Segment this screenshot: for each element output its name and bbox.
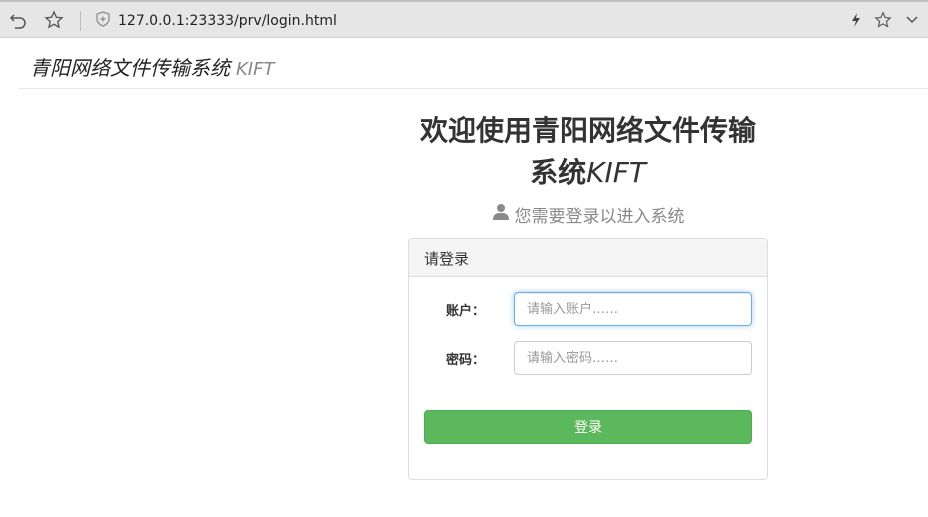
address-bar[interactable]: 127.0.0.1:23333/prv/login.html bbox=[96, 11, 337, 31]
password-row: 密码： bbox=[409, 341, 767, 375]
password-label: 密码： bbox=[445, 353, 485, 368]
url-text[interactable]: 127.0.0.1:23333/prv/login.html bbox=[118, 13, 337, 29]
browser-toolbar: 127.0.0.1:23333/prv/login.html bbox=[0, 0, 928, 38]
login-hint-text: 您需要登录以进入系统 bbox=[514, 207, 685, 227]
title-line-1: 欢迎使用青阳网络文件传输 bbox=[419, 114, 756, 147]
account-label: 账户： bbox=[445, 304, 485, 319]
shield-icon bbox=[96, 11, 110, 31]
account-input[interactable] bbox=[514, 292, 752, 326]
login-hint: 您需要登录以进入系统 bbox=[408, 202, 768, 227]
user-icon bbox=[492, 203, 510, 226]
bookmark-star-icon[interactable] bbox=[43, 9, 65, 31]
back-icon[interactable] bbox=[7, 9, 29, 31]
chevron-down-icon[interactable] bbox=[901, 9, 923, 31]
brand-subtitle: KIFT bbox=[236, 59, 275, 80]
toolbar-divider bbox=[80, 11, 81, 31]
panel-heading: 请登录 bbox=[409, 239, 767, 277]
login-panel: 请登录 账户： 密码： 登录 bbox=[408, 238, 768, 480]
account-row: 账户： bbox=[409, 292, 767, 326]
app-navbar: 青阳网络文件传输系统 KIFT bbox=[18, 38, 928, 89]
page-title: 欢迎使用青阳网络文件传输 系统KIFT bbox=[395, 110, 781, 194]
lightning-icon[interactable] bbox=[845, 9, 867, 31]
brand-link[interactable]: 青阳网络文件传输系统 KIFT bbox=[30, 52, 274, 81]
favorite-star-icon[interactable] bbox=[872, 9, 894, 31]
login-button[interactable]: 登录 bbox=[424, 410, 752, 444]
brand-title: 青阳网络文件传输系统 bbox=[30, 56, 230, 80]
title-line-2: 系统KIFT bbox=[395, 152, 781, 194]
password-input[interactable] bbox=[514, 341, 752, 375]
title-kift: KIFT bbox=[586, 156, 646, 189]
title-line-2-text: 系统 bbox=[530, 156, 587, 189]
